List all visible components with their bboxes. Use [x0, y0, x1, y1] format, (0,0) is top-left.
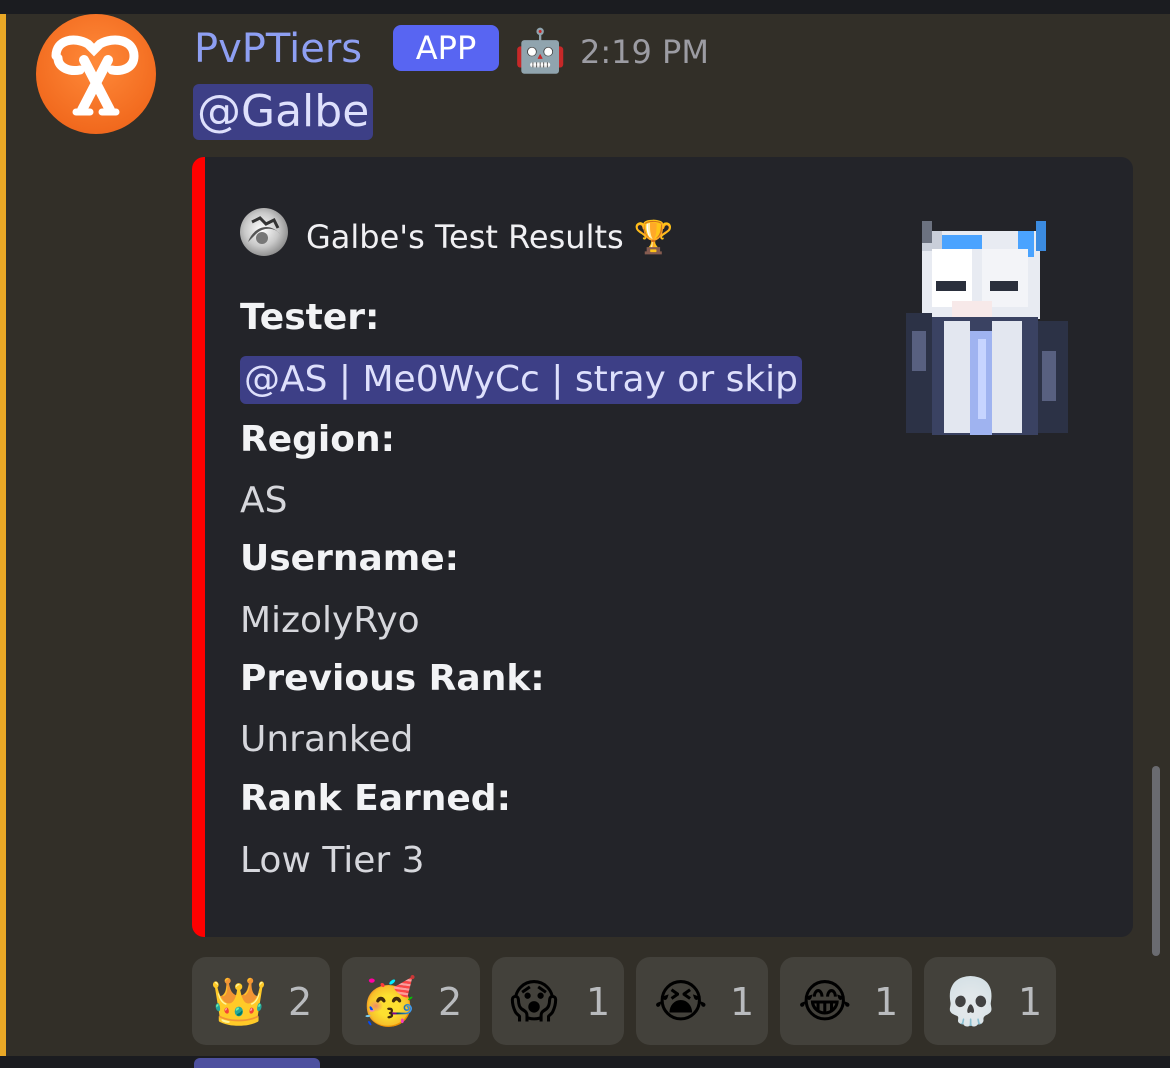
- screaming-face-icon: 😱: [510, 974, 558, 1028]
- reaction-crying-face[interactable]: 😭 1: [636, 957, 768, 1045]
- bot-avatar[interactable]: [36, 14, 156, 134]
- reaction-count: 1: [874, 980, 899, 1024]
- username-value: MizolyRyo: [240, 600, 420, 641]
- rank-earned-label: Rank Earned:: [240, 778, 511, 819]
- reaction-count: 2: [438, 980, 463, 1024]
- region-value: AS: [240, 480, 288, 521]
- app-badge: APP: [393, 25, 499, 71]
- previous-rank-value: Unranked: [240, 719, 414, 760]
- partying-face-icon: 🥳: [360, 974, 418, 1028]
- tears-of-joy-icon: 😂: [798, 974, 852, 1028]
- top-bar: [0, 0, 1170, 14]
- bottom-bar: [0, 1056, 1170, 1068]
- pvptiers-logo-icon: [51, 35, 139, 116]
- robot-icon: 🤖: [514, 26, 567, 75]
- rank-earned-value: Low Tier 3: [240, 840, 425, 881]
- mention-highlight-bar: [0, 14, 6, 1056]
- skull-icon: 💀: [942, 974, 1000, 1028]
- reaction-count: 1: [586, 980, 611, 1024]
- embed-accent-bar: [192, 157, 205, 937]
- crown-icon: 👑: [210, 974, 268, 1028]
- reaction-count: 2: [288, 980, 313, 1024]
- reaction-tears-of-joy[interactable]: 😂 1: [780, 957, 912, 1045]
- message-timestamp[interactable]: 2:19 PM: [580, 30, 709, 74]
- crying-face-icon: 😭: [654, 974, 708, 1028]
- region-label: Region:: [240, 419, 396, 460]
- reaction-skull[interactable]: 💀 1: [924, 957, 1056, 1045]
- username-label: Username:: [240, 538, 460, 579]
- reaction-count: 1: [730, 980, 755, 1024]
- embed-card: Galbe's Test Results 🏆 Tester: @AS | Me0…: [192, 157, 1133, 937]
- tester-mention[interactable]: @AS | Me0WyCc | stray or skip: [240, 356, 803, 404]
- reaction-count: 1: [1018, 980, 1043, 1024]
- tester-label: Tester:: [240, 297, 380, 338]
- reaction-crown[interactable]: 👑 2: [192, 957, 330, 1045]
- reaction-screaming-face[interactable]: 😱 1: [492, 957, 624, 1045]
- author-username[interactable]: PvPTiers: [194, 24, 362, 74]
- bottom-tab-indicator: [194, 1058, 320, 1068]
- message-view: PvPTiers APP 🤖 2:19 PM @Galbe Galbe's Te…: [0, 0, 1170, 1068]
- embed-author-title: Galbe's Test Results 🏆: [306, 218, 674, 256]
- reaction-partying-face[interactable]: 🥳 2: [342, 957, 480, 1045]
- scrollbar-thumb[interactable]: [1152, 766, 1160, 956]
- previous-rank-label: Previous Rank:: [240, 658, 545, 699]
- embed-author-avatar: [240, 208, 288, 256]
- minecraft-skin-thumbnail[interactable]: [892, 221, 1072, 435]
- user-mention[interactable]: @Galbe: [193, 84, 374, 140]
